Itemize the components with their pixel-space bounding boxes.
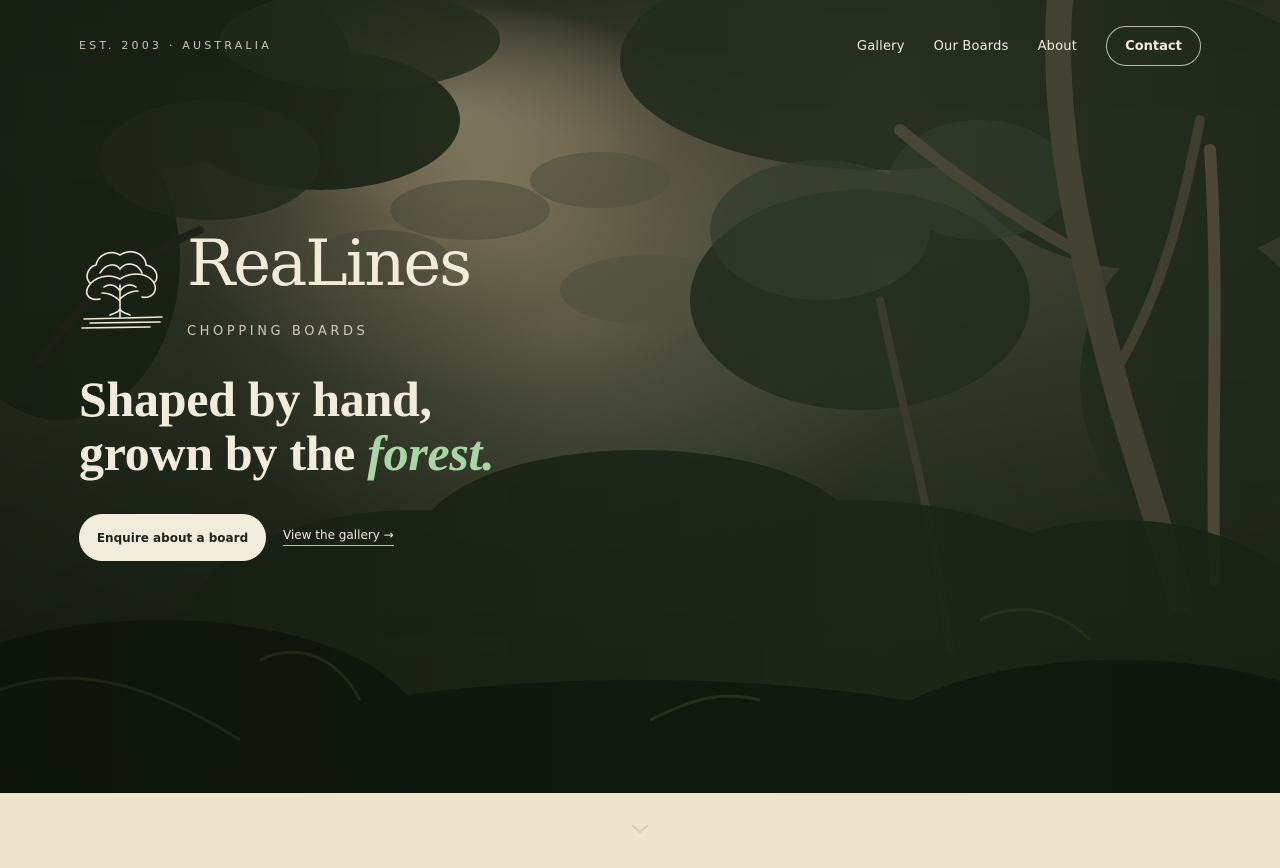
contact-button[interactable]: Contact bbox=[1106, 26, 1201, 66]
headline-accent: forest. bbox=[367, 425, 495, 481]
tree-icon bbox=[81, 250, 163, 329]
brand-tagline: CHOPPING BOARDS bbox=[187, 324, 369, 339]
nav-our-boards[interactable]: Our Boards bbox=[934, 39, 1009, 54]
headline-line-2: grown by the bbox=[79, 425, 368, 481]
brand-name: ReaLines bbox=[187, 227, 472, 301]
hero-headline: Shaped by hand, grown by the forest. bbox=[79, 371, 495, 481]
main-nav: Gallery Our Boards About Contact bbox=[857, 26, 1201, 66]
nav-gallery[interactable]: Gallery bbox=[857, 39, 905, 54]
view-gallery-link[interactable]: View the gallery → bbox=[283, 528, 394, 546]
nav-about[interactable]: About bbox=[1038, 39, 1077, 54]
enquire-button[interactable]: Enquire about a board bbox=[79, 514, 266, 561]
established-eyebrow: EST. 2003 · AUSTRALIA bbox=[79, 39, 272, 52]
chevron-down-icon[interactable] bbox=[631, 822, 649, 836]
headline-line-1: Shaped by hand, bbox=[79, 371, 432, 427]
